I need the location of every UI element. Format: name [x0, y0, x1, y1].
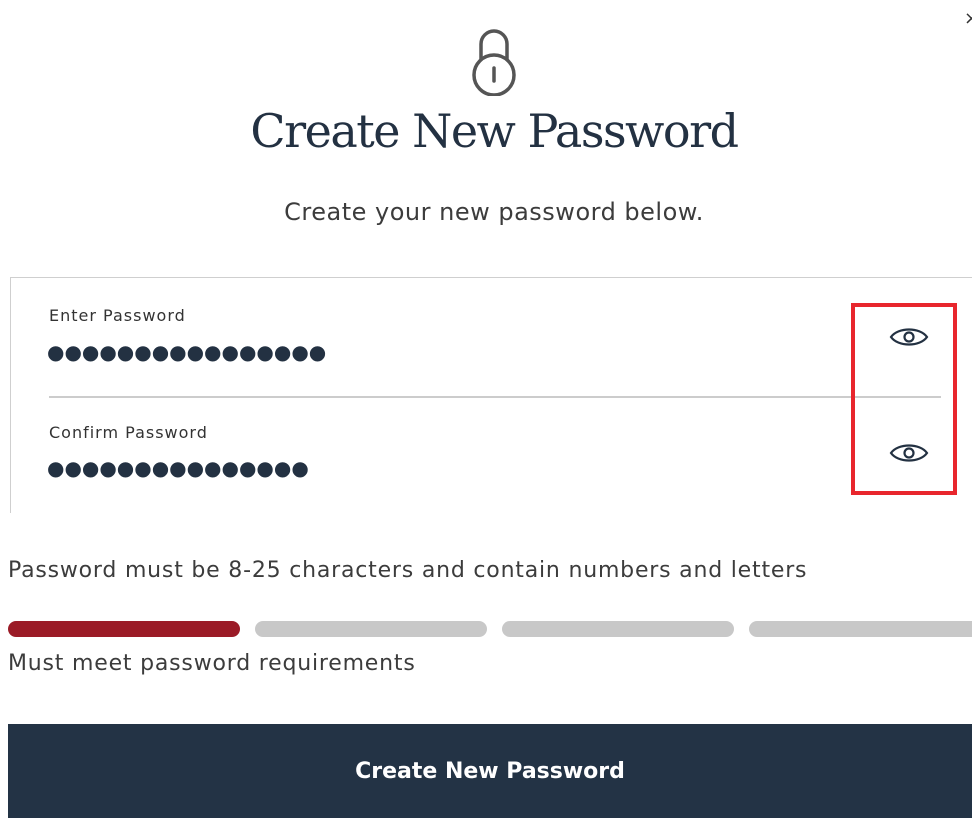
strength-segment-2 — [255, 621, 487, 637]
strength-segment-4 — [749, 621, 972, 637]
create-password-page: × Create New Password Create your new pa… — [0, 0, 972, 818]
password-strength-meter — [8, 621, 972, 637]
password-requirements-text: Password must be 8-25 characters and con… — [8, 558, 808, 583]
page-title: Create New Password — [250, 104, 739, 158]
create-password-button[interactable]: Create New Password — [8, 724, 972, 818]
password-strength-status: Must meet password requirements — [8, 651, 416, 676]
lock-icon — [472, 29, 516, 96]
eye-icon[interactable] — [889, 324, 929, 350]
password-field-label: Enter Password — [49, 306, 186, 325]
page-subtitle: Create your new password below. — [284, 198, 704, 226]
password-form-card: Enter Password ●●●●●●●●●●●●●●●● Confirm … — [10, 277, 972, 513]
strength-segment-3 — [502, 621, 734, 637]
confirm-password-field-label: Confirm Password — [49, 423, 208, 442]
strength-segment-1 — [8, 621, 240, 637]
close-icon[interactable]: × — [964, 8, 972, 29]
field-divider — [49, 396, 941, 398]
password-field-value[interactable]: ●●●●●●●●●●●●●●●● — [47, 340, 326, 364]
eye-icon[interactable] — [889, 440, 929, 466]
confirm-password-field-value[interactable]: ●●●●●●●●●●●●●●● — [47, 456, 309, 480]
